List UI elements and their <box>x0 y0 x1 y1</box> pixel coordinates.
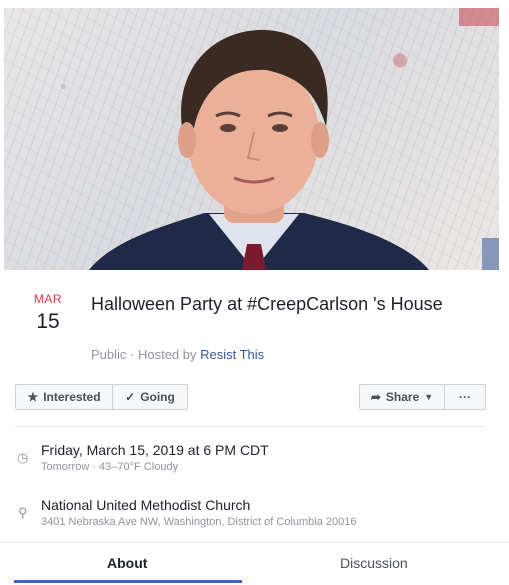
event-month: MAR <box>33 292 63 306</box>
event-host-link[interactable]: Resist This <box>200 347 264 362</box>
event-visibility: Public · Hosted by <box>91 347 201 362</box>
event-address: 3401 Nebraska Ave NW, Washington, Distri… <box>41 516 357 528</box>
event-title: Halloween Party at #CreepCarlson 's Hous… <box>91 294 443 314</box>
clock-icon: ◷ <box>17 450 29 465</box>
checkmark-icon: ✓ <box>125 390 136 404</box>
event-visibility-line: Public · Hosted by Resist This <box>91 347 264 362</box>
event-venue[interactable]: National United Methodist Church <box>41 497 250 513</box>
cover-portrait-illustration <box>89 8 499 270</box>
map-pin-icon: ⚲ <box>18 505 28 520</box>
going-label: Going <box>140 390 175 404</box>
event-date-block: MAR 15 <box>30 292 66 334</box>
share-arrow-icon: ➦ <box>370 390 381 404</box>
star-icon: ★ <box>27 390 39 404</box>
going-button[interactable]: ✓ Going <box>112 384 188 410</box>
more-label: ··· <box>459 390 471 404</box>
tab-discussion[interactable]: Discussion <box>340 555 408 571</box>
interested-button[interactable]: ★ Interested <box>15 384 113 410</box>
more-options-button[interactable]: ··· <box>444 384 486 410</box>
event-day: 15 <box>36 310 60 333</box>
interested-label: Interested <box>43 390 101 404</box>
event-cover-photo[interactable] <box>4 8 499 270</box>
active-tab-indicator <box>14 580 242 583</box>
share-button[interactable]: ➦ Share ▼ <box>359 384 445 410</box>
tab-about[interactable]: About <box>107 555 147 571</box>
chevron-down-icon: ▼ <box>424 392 434 402</box>
event-forecast: Tomorrow · 43–70°F Cloudy <box>41 461 179 473</box>
event-datetime[interactable]: Friday, March 15, 2019 at 6 PM CDT <box>41 442 269 458</box>
event-tabs: About Discussion <box>0 543 509 585</box>
event-card: MAR 15 Halloween Party at #CreepCarlson … <box>0 0 509 585</box>
share-label: Share <box>385 390 420 404</box>
divider <box>15 426 486 427</box>
